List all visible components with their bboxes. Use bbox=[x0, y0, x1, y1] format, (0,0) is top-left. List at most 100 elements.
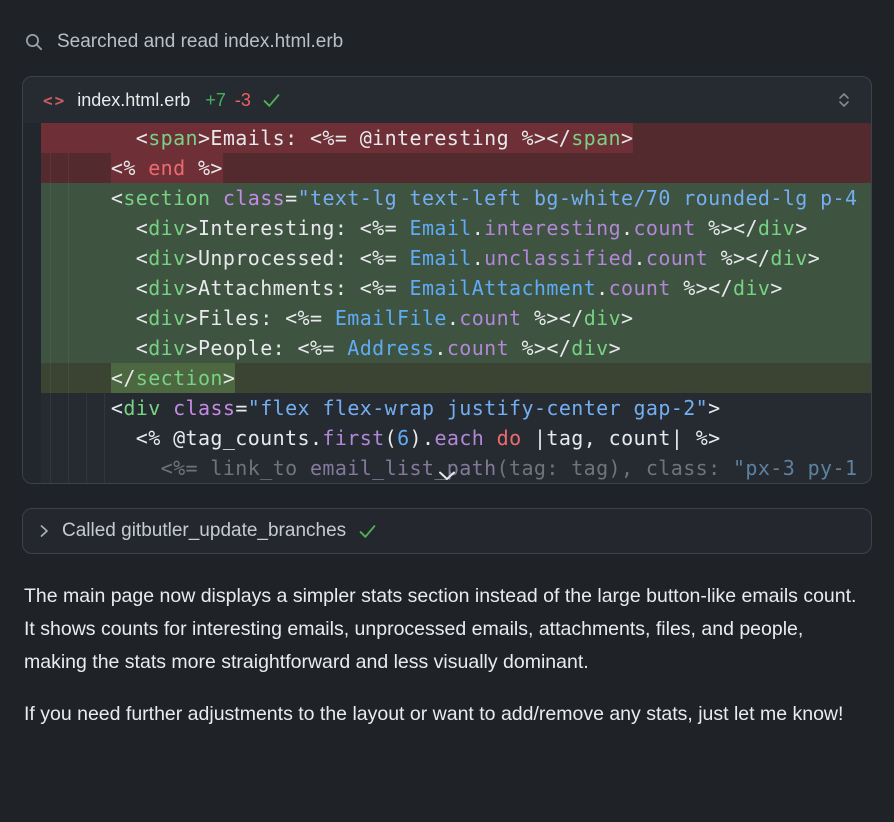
diff-gutter bbox=[23, 123, 41, 153]
tool-call-row[interactable]: Called gitbutler_update_branches bbox=[22, 508, 872, 554]
code-token: > bbox=[708, 396, 720, 420]
code-token bbox=[484, 426, 496, 450]
code-token: ( bbox=[385, 426, 397, 450]
code-token bbox=[86, 246, 136, 270]
code-token: >Emails: <%= @interesting %></ bbox=[198, 126, 571, 150]
code-token: EmailAttachment bbox=[410, 276, 597, 300]
code-line-content: <% end %> bbox=[41, 153, 871, 183]
diff-deletions-count: -3 bbox=[235, 90, 251, 111]
code-token: count bbox=[609, 276, 671, 300]
code-token: %></ bbox=[509, 336, 571, 360]
code-line-content: <div>Files: <%= EmailFile.count %></div> bbox=[41, 303, 871, 333]
diff-gutter bbox=[23, 213, 41, 243]
code-line: <div>Files: <%= EmailFile.count %></div> bbox=[23, 303, 871, 333]
code-token: >Unprocessed: <%= bbox=[186, 246, 410, 270]
assistant-message-paragraph-1: The main page now displays a simpler sta… bbox=[24, 580, 870, 679]
code-token: count bbox=[646, 246, 708, 270]
code-token: < bbox=[136, 306, 148, 330]
diff-gutter bbox=[23, 393, 41, 423]
code-token: > bbox=[621, 306, 633, 330]
code-token: %></ bbox=[696, 216, 758, 240]
code-token: < bbox=[111, 186, 123, 210]
code-token: . bbox=[422, 426, 434, 450]
code-token: <% @tag_counts bbox=[136, 426, 310, 450]
diff-gutter bbox=[23, 273, 41, 303]
code-file-icon: <> bbox=[43, 91, 66, 110]
code-token: . bbox=[596, 276, 608, 300]
chevron-right-icon bbox=[39, 524, 49, 538]
code-token: Address bbox=[347, 336, 434, 360]
code-token: . bbox=[310, 426, 322, 450]
code-token: each bbox=[434, 426, 484, 450]
code-token: >Interesting: <%= bbox=[186, 216, 410, 240]
diff-card: <> index.html.erb +7 -3 <span>Emails: <%… bbox=[22, 76, 872, 484]
code-token: %></ bbox=[522, 306, 584, 330]
code-token: %> bbox=[186, 156, 223, 180]
tool-status-label: Searched and read index.html.erb bbox=[57, 31, 343, 53]
code-token: < bbox=[136, 336, 148, 360]
code-line-content: </section> bbox=[41, 363, 871, 393]
code-token bbox=[86, 426, 136, 450]
code-token: email_list_path bbox=[310, 456, 497, 480]
code-token: EmailFile bbox=[335, 306, 447, 330]
code-token bbox=[86, 456, 161, 480]
code-line: <div>Unprocessed: <%= Email.unclassified… bbox=[23, 243, 871, 273]
diff-additions-count: +7 bbox=[205, 90, 226, 111]
diff-gutter bbox=[23, 453, 41, 483]
code-token: div bbox=[733, 276, 770, 300]
code-token: > bbox=[223, 366, 235, 390]
code-token: < bbox=[136, 276, 148, 300]
code-token: . bbox=[621, 216, 633, 240]
diff-gutter bbox=[23, 183, 41, 213]
code-token: >Attachments: <%= bbox=[186, 276, 410, 300]
assistant-message-paragraph-2: If you need further adjustments to the l… bbox=[24, 698, 870, 731]
code-token: 6 bbox=[397, 426, 409, 450]
code-line-content: <div>Unprocessed: <%= Email.unclassified… bbox=[41, 243, 871, 273]
code-token: >Files: <%= bbox=[186, 306, 335, 330]
code-line: <div class="flex flex-wrap justify-cente… bbox=[23, 393, 871, 423]
code-token: . bbox=[434, 336, 446, 360]
diff-card-header[interactable]: <> index.html.erb +7 -3 bbox=[23, 77, 871, 123]
code-token: "px-3 py-1 rou bbox=[733, 456, 871, 480]
diff-gutter bbox=[23, 243, 41, 273]
expand-collapse-icon[interactable] bbox=[837, 90, 851, 110]
code-token: section bbox=[136, 366, 223, 390]
code-token bbox=[86, 156, 111, 180]
code-line-content: <div>People: <%= Address.count %></div> bbox=[41, 333, 871, 363]
diff-filename: index.html.erb bbox=[77, 90, 190, 111]
code-token bbox=[210, 186, 222, 210]
code-token: . bbox=[472, 216, 484, 240]
code-line-content: <% @tag_counts.first(6).each do |tag, co… bbox=[41, 423, 871, 453]
code-token: . bbox=[472, 246, 484, 270]
code-token: do bbox=[497, 426, 522, 450]
code-token: count bbox=[447, 336, 509, 360]
code-token bbox=[86, 186, 111, 210]
code-token: span bbox=[571, 126, 621, 150]
code-token: > bbox=[808, 246, 820, 270]
code-line-content: <%= link_to email_list_path(tag: tag), c… bbox=[41, 453, 871, 483]
expand-diff-button[interactable] bbox=[438, 471, 456, 481]
code-token: . bbox=[447, 306, 459, 330]
code-token bbox=[86, 216, 136, 240]
diff-gutter bbox=[23, 303, 41, 333]
code-token: div bbox=[148, 216, 185, 240]
diff-word-highlight: <% end %> bbox=[111, 153, 223, 183]
code-token: class bbox=[223, 186, 285, 210]
diff-gutter bbox=[23, 333, 41, 363]
code-line: <div>People: <%= Address.count %></div> bbox=[23, 333, 871, 363]
code-token: > bbox=[609, 336, 621, 360]
code-token: div bbox=[148, 336, 185, 360]
code-token: >People: <%= bbox=[186, 336, 348, 360]
diff-gutter bbox=[23, 153, 41, 183]
code-token: %></ bbox=[671, 276, 733, 300]
code-token: = bbox=[235, 396, 247, 420]
code-token: < bbox=[111, 396, 123, 420]
code-token: div bbox=[571, 336, 608, 360]
diff-word-highlight: </section> bbox=[111, 363, 235, 393]
code-line: <div>Interesting: <%= Email.interesting.… bbox=[23, 213, 871, 243]
code-token: = bbox=[285, 186, 297, 210]
code-token: unclassified bbox=[484, 246, 633, 270]
code-body: <span>Emails: <%= @interesting %></span>… bbox=[23, 123, 871, 483]
code-line-content: < div >Attachments: <%= EmailAttachment.co… bbox=[41, 273, 871, 303]
code-token bbox=[161, 396, 173, 420]
